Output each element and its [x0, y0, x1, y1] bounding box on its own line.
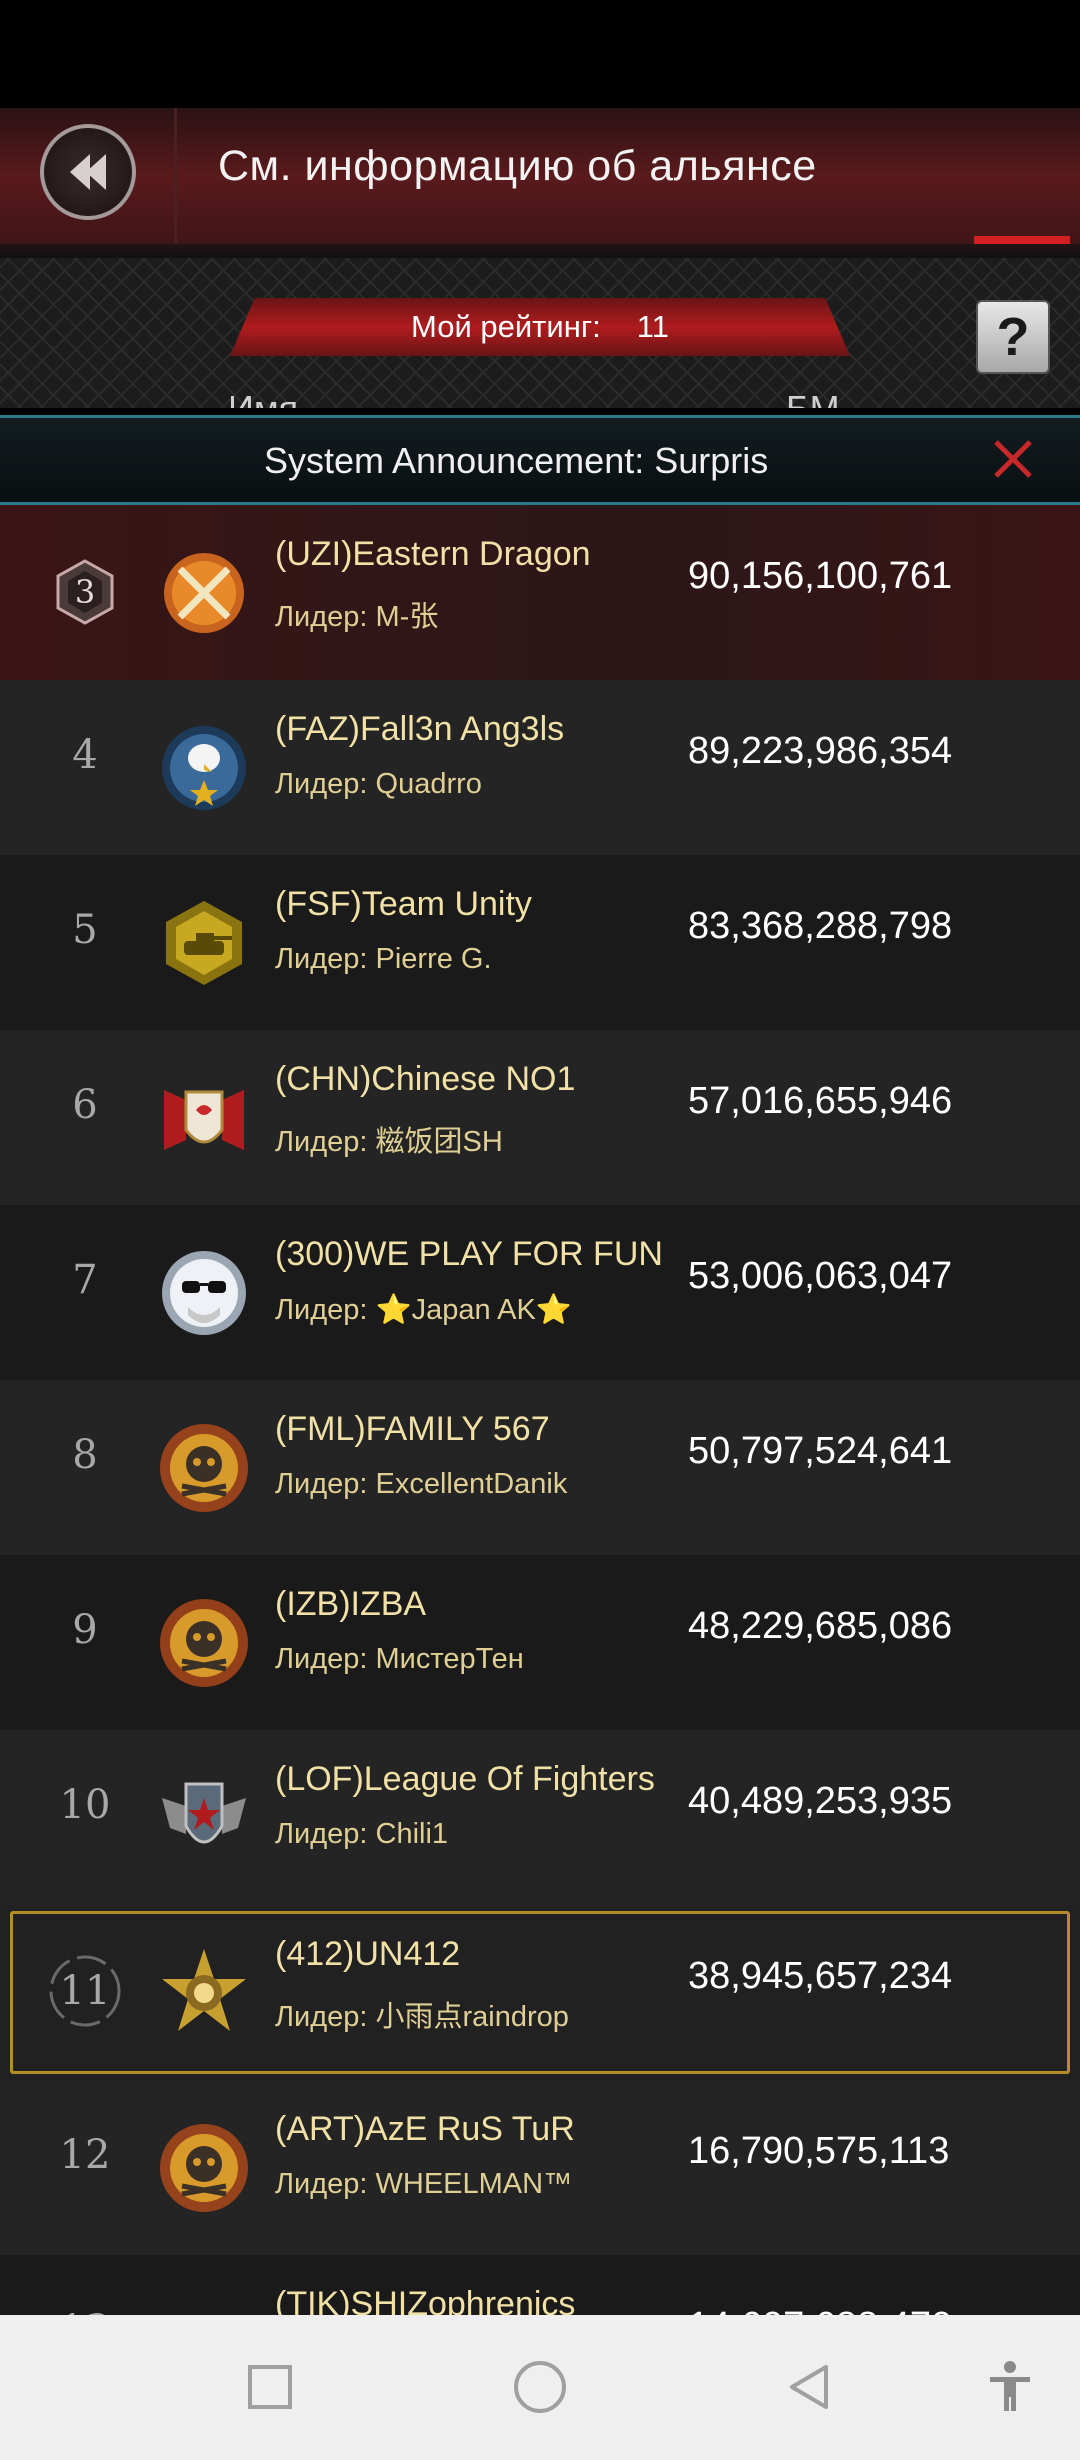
alliance-power: 57,016,655,946	[688, 1080, 953, 1122]
alliance-power: 16,790,575,113	[688, 2130, 950, 2172]
help-button[interactable]: ?	[976, 300, 1050, 374]
my-rating-value: 11	[636, 309, 669, 344]
rank-number: 8	[72, 1432, 98, 1478]
alliance-row[interactable]: 3 (UZI)Eastern Dragon Лидер: M-张 90,156,100…	[0, 505, 1080, 680]
alliance-power: 83,368,288,798	[688, 905, 953, 947]
header: См. информацию об альянсе	[0, 108, 1080, 258]
dragon-shield-emblem	[156, 1070, 252, 1166]
header-accent	[974, 236, 1070, 246]
rating-bar: Мой рейтинг: 11 ? Имя БМ	[0, 258, 1080, 408]
alliance-leader: Лидер: МистерТен	[275, 1643, 524, 1675]
rank-label: 3	[74, 573, 96, 611]
alliance-row[interactable]: 5 (FSF)Team Unity Лидер: Pierre G. 83,368,2…	[0, 855, 1080, 1030]
accessibility-icon[interactable]	[980, 2357, 1040, 2417]
back-button[interactable]	[40, 124, 136, 220]
alliance-name: (FML)FAMILY 567	[275, 1410, 550, 1448]
alliance-leader: Лидер: Chili1	[275, 1818, 449, 1850]
rank-number: 9	[72, 1607, 98, 1653]
alliance-power: 14,607,688,470	[688, 2305, 952, 2315]
alliance-row[interactable]: 4 (FAZ)Fall3n Ang3ls Лидер: Quadrro 89,223,…	[0, 680, 1080, 855]
rank-number: 3	[40, 557, 130, 627]
alliance-power: 89,223,986,354	[688, 730, 953, 772]
rank-number: 12	[59, 2132, 111, 2178]
alliance-leader: Лидер: 小雨点raindrop	[275, 2001, 569, 2033]
alliance-power: 53,006,063,047	[688, 1255, 953, 1297]
alliance-row[interactable]: 7 (300)WE PLAY FOR FUN Лидер: ⭐Japan AK⭐ 53…	[0, 1205, 1080, 1380]
rank-number: 6	[72, 1082, 98, 1128]
flaming-skull-emblem	[156, 1420, 252, 1516]
alliance-leader: Лидер: 糍饭团SH	[275, 1126, 503, 1158]
flaming-skull-emblem	[156, 2120, 252, 2216]
gold-star-emblem	[156, 1945, 252, 2041]
page-title: См. информацию об альянсе	[218, 142, 817, 190]
alliance-leader: Лидер: ExcellentDanik	[275, 1468, 568, 1500]
alliance-leader: Лидер: Pierre G.	[275, 943, 492, 975]
winged-star-emblem	[156, 2295, 252, 2315]
my-rating-label: Мой рейтинг:	[411, 309, 601, 344]
rank-number: 10	[59, 1782, 111, 1828]
flaming-skull-emblem	[156, 1595, 252, 1691]
alliance-row[interactable]: 11 (412)UN412 Лидер: 小雨点raindrop 38,945,657…	[0, 1905, 1080, 2080]
double-chevron-left-icon	[70, 154, 106, 190]
alliance-leader: Лидер: Quadrro	[275, 768, 482, 800]
alliance-row[interactable]: 6 (CHN)Chinese NO1 Лидер: 糍饭团SH 57,016,655,…	[0, 1030, 1080, 1205]
alliance-leader: Лидер: ⭐Japan AK⭐	[275, 1294, 572, 1326]
crossed-swords-emblem	[156, 545, 252, 641]
alliance-name: (LOF)League Of Fighters	[275, 1760, 655, 1798]
alliance-name: (UZI)Eastern Dragon	[275, 535, 591, 573]
alliance-name: (412)UN412	[275, 1935, 461, 1973]
rank-number: 7	[72, 1257, 98, 1303]
alliance-power: 38,945,657,234	[688, 1955, 953, 1997]
rank-number: 5	[72, 907, 98, 953]
system-navigation-bar	[0, 2315, 1080, 2460]
alliance-row[interactable]: 10 (LOF)League Of Fighters Лидер: Chili1 40…	[0, 1730, 1080, 1905]
header-divider	[174, 108, 177, 248]
alliance-row[interactable]: 8 (FML)FAMILY 567 Лидер: ExcellentDanik 50,…	[0, 1380, 1080, 1555]
alliance-name: (TIK)SHIZophrenics	[275, 2285, 576, 2315]
tank-hexagon-emblem	[156, 895, 252, 991]
column-header-power[interactable]: БМ	[786, 388, 840, 408]
winged-shield-emblem	[156, 1770, 252, 1866]
question-mark-icon: ?	[996, 307, 1030, 367]
rank-number: 11	[40, 1955, 130, 2027]
alliance-row[interactable]: 13 (TIK)SHIZophrenics 14,607,688,470	[0, 2255, 1080, 2315]
close-x-icon[interactable]	[990, 436, 1036, 482]
alliance-name: (FAZ)Fall3n Ang3ls	[275, 710, 565, 748]
rank-number: 13	[40, 2307, 130, 2315]
alliance-ranking-list[interactable]: 3 (UZI)Eastern Dragon Лидер: M-张 90,156,100…	[0, 505, 1080, 2315]
my-rating-plate: Мой рейтинг: 11	[230, 298, 850, 356]
alliance-leader: Лидер: M-张	[275, 601, 439, 633]
triangle-back-icon[interactable]	[780, 2357, 840, 2417]
alliance-name: (300)WE PLAY FOR FUN	[275, 1235, 663, 1273]
status-bar	[0, 0, 1080, 108]
circle-icon[interactable]	[510, 2357, 570, 2417]
alliance-power: 40,489,253,935	[688, 1780, 953, 1822]
alliance-row[interactable]: 12 (ART)AzE RuS TuR Лидер: WHEELMAN™ 16,790…	[0, 2080, 1080, 2255]
alliance-power: 50,797,524,641	[688, 1430, 953, 1472]
sunglasses-face-emblem	[156, 1245, 252, 1341]
alliance-power: 48,229,685,086	[688, 1605, 953, 1647]
square-icon[interactable]	[240, 2357, 300, 2417]
alliance-name: (CHN)Chinese NO1	[275, 1060, 576, 1098]
rank-number: 4	[72, 732, 98, 778]
alliance-name: (FSF)Team Unity	[275, 885, 532, 923]
alliance-name: (ART)AzE RuS TuR	[275, 2110, 575, 2148]
alliance-power: 90,156,100,761	[688, 555, 953, 597]
eagle-emblem	[156, 720, 252, 816]
announcement-text: System Announcement: Surpris	[264, 440, 769, 481]
rank-label: 11	[59, 1968, 111, 2014]
system-announcement-banner[interactable]: System Announcement: Surpris	[0, 415, 1080, 505]
alliance-leader: Лидер: WHEELMAN™	[275, 2168, 573, 2200]
alliance-row[interactable]: 9 (IZB)IZBA Лидер: МистерТен 48,229,685,086	[0, 1555, 1080, 1730]
alliance-name: (IZB)IZBA	[275, 1585, 427, 1623]
column-header-name[interactable]: Имя	[228, 388, 298, 408]
